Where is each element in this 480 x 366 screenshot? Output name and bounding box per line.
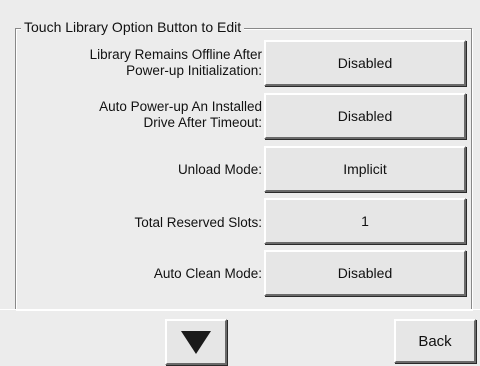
option-label-line: Library Remains Offline After <box>89 47 262 62</box>
option-label-line: Auto Power-up An Installed <box>99 99 262 114</box>
panel-title: Touch Library Option Button to Edit <box>21 18 245 36</box>
option-label-line: Power-up Initialization: <box>126 63 262 78</box>
auto-powerup-button[interactable]: Disabled <box>264 93 466 139</box>
back-button-label: Back <box>418 332 452 350</box>
option-label-library-offline: Library Remains Offline After Power-up I… <box>90 47 262 79</box>
reserved-slots-button[interactable]: 1 <box>264 198 466 244</box>
option-value: Disabled <box>337 108 393 124</box>
option-label-auto-clean: Auto Clean Mode: <box>153 266 262 281</box>
option-label-reserved-slots: Total Reserved Slots: <box>134 215 262 230</box>
back-button[interactable]: Back <box>394 319 476 363</box>
option-label-unload-mode: Unload Mode: <box>177 162 262 177</box>
down-triangle-icon <box>181 331 211 354</box>
option-value: Disabled <box>337 55 393 71</box>
scroll-down-button[interactable] <box>165 319 227 365</box>
library-offline-button[interactable]: Disabled <box>264 40 466 86</box>
auto-clean-button[interactable]: Disabled <box>264 250 466 296</box>
option-label-line: Drive After Timeout: <box>143 115 262 130</box>
option-value: Implicit <box>343 161 387 177</box>
option-value: 1 <box>361 213 369 229</box>
unload-mode-button[interactable]: Implicit <box>264 146 466 192</box>
option-label-auto-powerup: Auto Power-up An Installed Drive After T… <box>99 99 262 131</box>
option-value: Disabled <box>337 265 393 281</box>
